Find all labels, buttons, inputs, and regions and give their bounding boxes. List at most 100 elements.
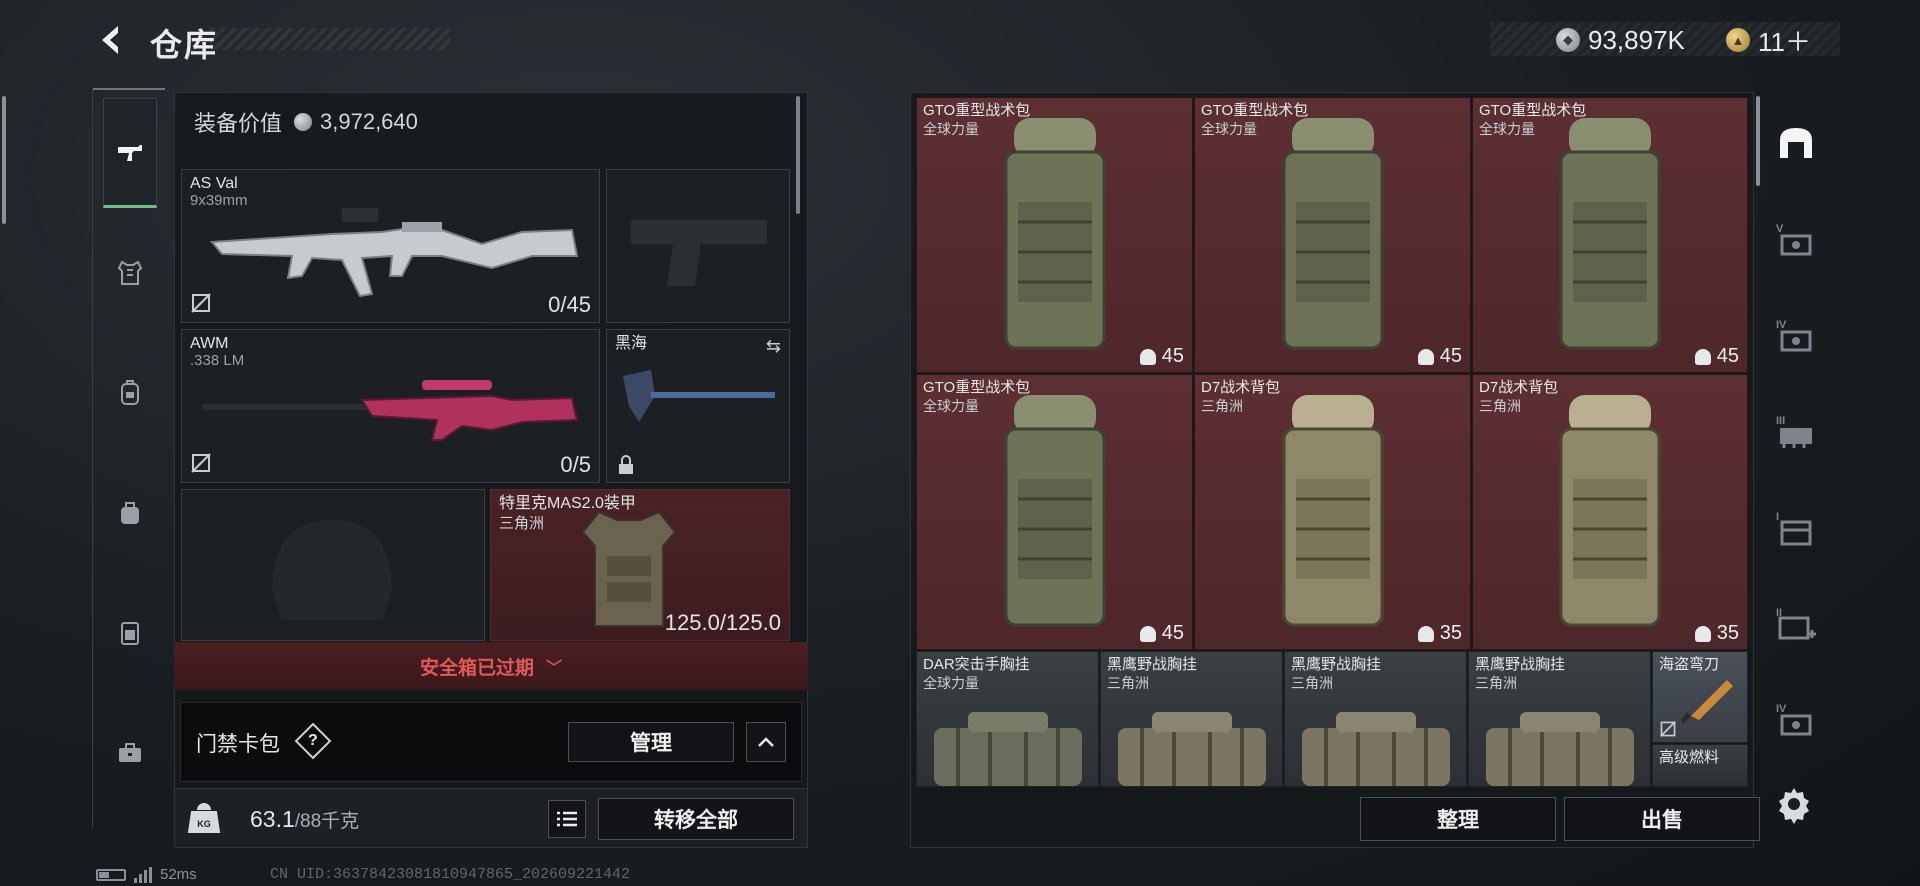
tier4-key-icon[interactable]: IV	[1764, 672, 1828, 768]
back-arrow-icon[interactable]	[92, 18, 132, 62]
silver-coin-icon	[294, 113, 313, 131]
svg-text:V: V	[1776, 223, 1784, 235]
durability-value: 45	[1716, 345, 1739, 367]
tier2-medical-icon[interactable]: II	[1764, 576, 1828, 672]
melee-name: 黑海	[615, 335, 648, 352]
durability-icon	[1139, 625, 1156, 642]
weapon-name: AWM	[190, 335, 229, 352]
inventory-item[interactable]: GTO重型战术包 全球力量 45	[916, 374, 1193, 650]
swap-icon[interactable]: ⇆	[766, 336, 781, 357]
item-faction: 三角洲	[1475, 675, 1517, 691]
item-faction: 全球力量	[923, 121, 979, 137]
inventory-item[interactable]: 高级燃料	[1652, 744, 1748, 787]
item-name: 黑鹰野战胸挂	[1475, 656, 1566, 673]
weapon-ammo: .338 LM	[190, 352, 245, 369]
list-icon	[557, 811, 577, 827]
all-items-icon[interactable]	[1764, 96, 1828, 192]
helmet-slot[interactable]	[181, 489, 485, 641]
tier1-item-icon[interactable]: I	[1764, 480, 1828, 576]
sell-button[interactable]: 出售	[1564, 797, 1760, 841]
item-name: 高级燃料	[1659, 749, 1720, 766]
page-scrollbar[interactable]	[2, 96, 6, 224]
weight-limit: /88千克	[294, 811, 360, 832]
manage-button[interactable]: 管理	[568, 722, 734, 762]
svg-text:KG: KG	[197, 819, 211, 829]
item-durability: 35	[1417, 622, 1462, 645]
gold-amount: 11＋	[1758, 26, 1811, 57]
rail-divider	[93, 88, 165, 90]
ping-value: 52ms	[160, 866, 197, 883]
chest-rig-image	[1117, 712, 1266, 786]
lock-icon	[615, 454, 637, 476]
armor-vest-icon[interactable]	[103, 218, 157, 328]
inventory-item[interactable]: 黑鹰野战胸挂 三角洲	[1284, 651, 1467, 787]
inventory-item[interactable]: GTO重型战术包 全球力量 45	[1194, 97, 1471, 373]
secondary-weapon-slot[interactable]: AWM .338 LM 0/5	[181, 329, 600, 483]
item-durability: 45	[1694, 345, 1739, 368]
collapse-button[interactable]	[746, 722, 786, 762]
durability-value: 35	[1439, 622, 1462, 644]
gear-icon[interactable]	[1774, 784, 1814, 824]
chest-rig-image	[933, 712, 1082, 786]
item-name: 黑鹰野战胸挂	[1291, 656, 1382, 673]
item-name: 黑鹰野战胸挂	[1107, 656, 1198, 673]
equipment-scrollbar[interactable]	[796, 96, 800, 214]
inventory-item[interactable]: 海盗弯刀	[1652, 651, 1748, 743]
bag-icon[interactable]	[103, 458, 157, 568]
armor-durability: 125.0/125.0	[664, 610, 781, 635]
item-faction: 三角洲	[1107, 675, 1149, 691]
toolbox-icon[interactable]	[103, 698, 157, 808]
pistol-slot[interactable]	[606, 169, 790, 323]
heavy-backpack-image	[1004, 395, 1105, 627]
help-label: ?	[308, 732, 318, 749]
tactical-backpack-image	[1559, 395, 1661, 627]
svg-text:I: I	[1776, 511, 1779, 523]
melee-slot[interactable]: 黑海 ⇆	[606, 329, 790, 483]
item-durability: 35	[1694, 622, 1739, 645]
inventory-item[interactable]: 黑鹰野战胸挂 三角洲	[1468, 651, 1651, 787]
inventory-item[interactable]: 黑鹰野战胸挂 三角洲	[1100, 651, 1283, 787]
item-faction: 三角洲	[1201, 398, 1243, 414]
list-view-button[interactable]	[548, 800, 586, 838]
equipment-value: 装备价值 3,972,640	[174, 96, 796, 148]
tier3-item-icon[interactable]: III	[1764, 384, 1828, 480]
filter-rail: V IV III I II IV	[1764, 96, 1828, 796]
heavy-backpack-image	[1004, 118, 1105, 350]
safebox-status: 安全箱已过期	[419, 657, 534, 679]
item-name: D7战术背包	[1201, 379, 1281, 396]
safebox-expired-banner[interactable]: 安全箱已过期 ﹀	[174, 642, 808, 690]
page-title: 仓库	[150, 27, 219, 63]
silver-coin-icon: ◆	[1556, 28, 1580, 52]
item-faction: 全球力量	[923, 398, 979, 414]
armor-slot[interactable]: 特里克MAS2.0装甲 三角洲 125.0/125.0	[490, 489, 790, 641]
item-faction: 全球力量	[1479, 121, 1535, 137]
ammo-count: 0/5	[560, 452, 591, 477]
backpack-icon[interactable]	[103, 338, 157, 448]
signal-icon	[134, 866, 152, 883]
tier4-item-icon[interactable]: IV	[1764, 288, 1828, 384]
inventory-item[interactable]: GTO重型战术包 全球力量 45	[916, 97, 1193, 373]
sort-button[interactable]: 整理	[1360, 797, 1556, 841]
item-faction: 三角洲	[1479, 398, 1521, 414]
weapon-icon[interactable]	[103, 98, 157, 208]
gold-currency[interactable]: ▲ 11＋	[1726, 22, 1811, 58]
equipment-value-label: 装备价值	[194, 111, 283, 136]
durability-icon	[1417, 348, 1434, 365]
item-faction: 全球力量	[923, 675, 979, 691]
weight-readout: 63.1/88千克	[250, 806, 359, 833]
inventory-item[interactable]: DAR突击手胸挂 全球力量	[916, 651, 1099, 787]
item-name: DAR突击手胸挂	[923, 656, 1030, 673]
chest-rig-icon[interactable]	[103, 578, 157, 688]
no-insurance-icon	[1659, 720, 1677, 738]
inventory-item[interactable]: GTO重型战术包 全球力量 45	[1472, 97, 1748, 373]
item-faction: 全球力量	[1201, 121, 1257, 137]
tier5-item-icon[interactable]: V	[1764, 192, 1828, 288]
primary-weapon-slot[interactable]: AS Val 9x39mm 0/45	[181, 169, 600, 323]
inventory-item[interactable]: D7战术背包 三角洲 35	[1472, 374, 1748, 650]
inventory-item[interactable]: D7战术背包 三角洲 35	[1194, 374, 1471, 650]
tactical-backpack-image	[1282, 395, 1383, 627]
item-durability: 45	[1139, 622, 1184, 645]
transfer-all-button[interactable]: 转移全部	[598, 798, 794, 840]
inventory-scrollbar[interactable]	[1756, 96, 1760, 186]
status-bar: 52ms	[96, 866, 197, 883]
